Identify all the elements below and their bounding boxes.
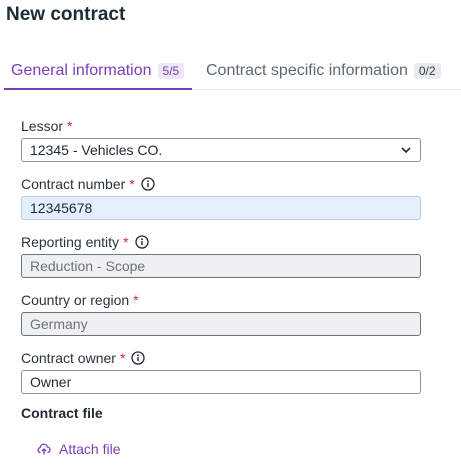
reporting-entity-field: Reporting entity * Reduction - Scope [21,233,421,278]
label-text: Contract number [21,176,126,192]
attach-file-button[interactable]: Attach file [37,441,120,457]
tab-contract-specific-information[interactable]: Contract specific information 0/2 [206,58,441,90]
contract-number-value: 12345678 [30,200,93,216]
attach-file-label: Attach file [59,441,121,457]
reporting-entity-input: Reduction - Scope [21,254,421,278]
chevron-down-icon [400,144,412,156]
country-region-label: Country or region * [21,291,421,309]
contract-owner-input[interactable]: Owner [21,370,421,394]
label-text: Reporting entity [21,234,120,250]
lessor-field: Lessor * 12345 - Vehicles CO. [21,117,421,162]
reporting-entity-label: Reporting entity * [21,233,421,251]
required-mark: * [133,292,139,308]
country-region-input: Germany [21,312,421,336]
required-mark: * [119,350,126,366]
contract-owner-label: Contract owner * [21,349,421,367]
tab-badge: 5/5 [157,63,185,79]
page-title: New contract [6,4,126,25]
lessor-select[interactable]: 12345 - Vehicles CO. [21,138,421,162]
tab-label: General information [11,62,152,79]
tab-bar: General information 5/5 Contract specifi… [4,58,461,90]
contract-file-heading: Contract file [21,405,103,421]
country-region-field: Country or region * Germany [21,291,421,336]
lessor-label: Lessor * [21,117,421,135]
label-text: Contract owner [21,350,116,366]
info-icon[interactable] [134,235,149,249]
contract-owner-value: Owner [30,374,72,390]
required-mark: * [129,176,135,192]
contract-number-input[interactable]: 12345678 [21,196,421,220]
tab-general-information[interactable]: General information 5/5 [4,58,192,90]
upload-icon [37,442,51,456]
lessor-value: 12345 - Vehicles CO. [30,142,163,158]
contract-number-field: Contract number * 12345678 [21,175,421,220]
info-icon[interactable] [131,351,146,365]
reporting-entity-value: Reduction - Scope [30,258,146,274]
required-mark: * [123,234,129,250]
label-text: Country or region [21,292,130,308]
tab-label: Contract specific information [206,62,408,79]
tab-badge: 0/2 [413,63,441,79]
info-icon[interactable] [141,177,155,191]
contract-number-label: Contract number * [21,175,421,193]
country-region-value: Germany [30,316,88,332]
contract-owner-field: Contract owner * Owner [21,349,421,394]
label-text: Lessor [21,118,64,134]
required-mark: * [67,118,73,134]
